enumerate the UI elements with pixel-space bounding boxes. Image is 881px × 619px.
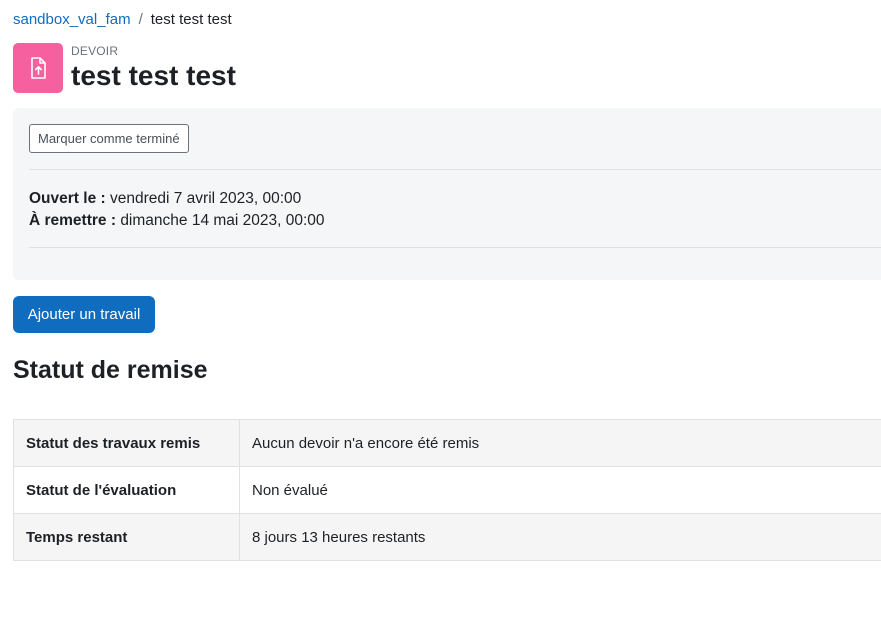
activity-dates: Ouvert le : vendredi 7 avril 2023, 00:00… bbox=[29, 188, 325, 232]
row-value: Non évalué bbox=[239, 466, 881, 514]
assignment-upload-icon bbox=[13, 43, 63, 93]
table-row: Temps restant 8 jours 13 heures restants bbox=[13, 513, 881, 561]
activity-info-box: Marquer comme terminé Ouvert le : vendre… bbox=[13, 108, 881, 280]
activity-type-label: DEVOIR bbox=[71, 44, 119, 58]
divider bbox=[29, 169, 881, 170]
opened-date: Ouvert le : vendredi 7 avril 2023, 00:00 bbox=[29, 188, 325, 210]
table-row: Statut des travaux remis Aucun devoir n'… bbox=[13, 419, 881, 467]
table-row: Statut de l'évaluation Non évalué bbox=[13, 466, 881, 514]
row-value: Aucun devoir n'a encore été remis bbox=[239, 419, 881, 467]
due-date-label: À remettre : bbox=[29, 212, 116, 229]
add-submission-button[interactable]: Ajouter un travail bbox=[13, 296, 155, 333]
breadcrumb-separator: / bbox=[138, 11, 143, 28]
opened-date-value: vendredi 7 avril 2023, 00:00 bbox=[109, 190, 302, 207]
row-label: Statut de l'évaluation bbox=[13, 466, 240, 514]
opened-date-label: Ouvert le : bbox=[29, 190, 106, 207]
breadcrumb-current: test test test bbox=[150, 11, 232, 28]
breadcrumb-course-link[interactable]: sandbox_val_fam bbox=[13, 11, 131, 28]
breadcrumb: sandbox_val_fam / test test test bbox=[13, 11, 232, 28]
page-header: DEVOIR test test test bbox=[13, 43, 236, 93]
mark-complete-button[interactable]: Marquer comme terminé bbox=[29, 124, 189, 153]
row-label: Temps restant bbox=[13, 513, 240, 561]
row-label: Statut des travaux remis bbox=[13, 419, 240, 467]
page-title: test test test bbox=[71, 60, 236, 91]
due-date: À remettre : dimanche 14 mai 2023, 00:00 bbox=[29, 210, 325, 232]
due-date-value: dimanche 14 mai 2023, 00:00 bbox=[120, 212, 325, 229]
row-value: 8 jours 13 heures restants bbox=[239, 513, 881, 561]
submission-status-table: Statut des travaux remis Aucun devoir n'… bbox=[13, 419, 881, 561]
divider bbox=[29, 247, 881, 248]
submission-status-heading: Statut de remise bbox=[13, 356, 208, 384]
